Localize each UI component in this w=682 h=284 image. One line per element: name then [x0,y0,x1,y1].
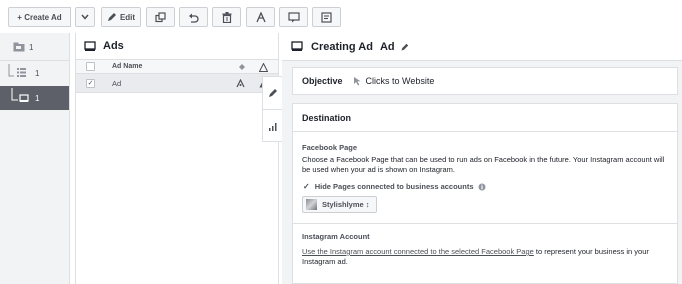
instagram-account-label: Instagram Account [302,232,370,241]
preview-icon [287,11,300,22]
select-all-checkbox[interactable] [86,62,95,71]
pencil-icon [107,13,116,21]
objective-value: Clicks to Website [365,76,435,86]
ads-table-header: Ad Name [76,60,278,74]
info-icon[interactable] [478,183,486,191]
editor-panel: Creating Ad Ad Objective Clicks to Websi… [282,33,682,284]
row-checkbox[interactable]: ✓ [86,78,95,88]
tab-insights[interactable] [263,110,282,143]
preview-button[interactable] [279,7,308,27]
section-divider [293,223,677,224]
rules-button[interactable] [312,7,341,27]
table-row[interactable]: ✓ Ad [76,74,278,93]
split-test-icon [255,11,266,22]
create-ad-dropdown-button[interactable] [75,7,95,27]
create-ad-button[interactable]: + Create Ad [8,7,71,27]
facebook-page-selected: Stylishlyme ↕ [322,200,370,209]
tree-ad-count: 1 [35,93,40,103]
tree-item-ad[interactable]: 1 [0,86,69,110]
editor-side-tabs [262,76,282,142]
ads-panel-title: Ads [103,40,124,52]
rename-pencil-icon[interactable] [401,43,409,51]
adset-icon [8,64,26,77]
sort-icon[interactable] [238,63,246,71]
tree-adset-count: 1 [35,68,40,78]
hide-pages-row: ✓ Hide Pages connected to business accou… [303,182,486,191]
edit-button[interactable]: Edit [101,7,141,27]
edit-label: Edit [119,12,136,22]
tree-item-adset[interactable]: 1 [0,61,69,85]
undo-button[interactable] [179,7,208,27]
duplicate-icon [155,11,166,22]
page-avatar [306,199,317,210]
ad-icon [291,41,303,51]
instagram-account-link[interactable]: Use the Instagram account connected to t… [302,247,534,256]
ads-panel: Ads Ad Name ✓ Ad [75,33,279,284]
destination-title: Destination [293,104,677,132]
hide-pages-checkbox[interactable]: ✓ [303,182,310,191]
ads-panel-header: Ads [76,33,278,60]
ad-icon [84,40,96,51]
trash-icon [222,11,231,23]
ad-name-cell[interactable]: Ad [112,79,121,88]
warning-icon [259,63,268,72]
delete-button[interactable] [212,7,241,27]
tab-edit[interactable] [263,77,282,110]
undo-icon [189,13,199,23]
structure-tree: 1 1 1 [0,33,70,284]
pencil-icon [268,89,277,97]
delivery-icon [236,79,245,88]
hide-pages-label: Hide Pages connected to business account… [314,182,474,191]
cursor-icon [353,77,361,86]
facebook-page-selector[interactable]: Stylishlyme ↕ [302,196,377,213]
editor-header: Creating Ad Ad [282,33,682,61]
tree-campaign-count: 1 [29,42,34,52]
rules-icon [321,11,332,23]
create-ad-label: + Create Ad [17,12,62,22]
chevron-down-icon [81,14,89,20]
destination-card: Destination Facebook Page Choose a Faceb… [292,103,678,284]
bar-chart-icon [268,123,276,131]
instagram-account-description: Use the Instagram account connected to t… [302,247,672,267]
campaign-icon [13,42,25,52]
editor-title: Creating Ad [311,40,373,53]
facebook-page-description: Choose a Facebook Page that can be used … [302,155,665,174]
objective-card: Objective Clicks to Website [292,67,678,95]
ab-test-button[interactable] [246,7,275,27]
toolbar: + Create Ad Edit [0,0,682,33]
facebook-page-label: Facebook Page [302,143,358,152]
objective-label: Objective [302,76,343,86]
ad-name-title: Ad [379,40,395,53]
ad-icon [11,88,29,102]
duplicate-button[interactable] [146,7,175,27]
tree-item-campaign[interactable]: 1 [0,35,69,59]
column-header-ad-name[interactable]: Ad Name [112,63,142,70]
